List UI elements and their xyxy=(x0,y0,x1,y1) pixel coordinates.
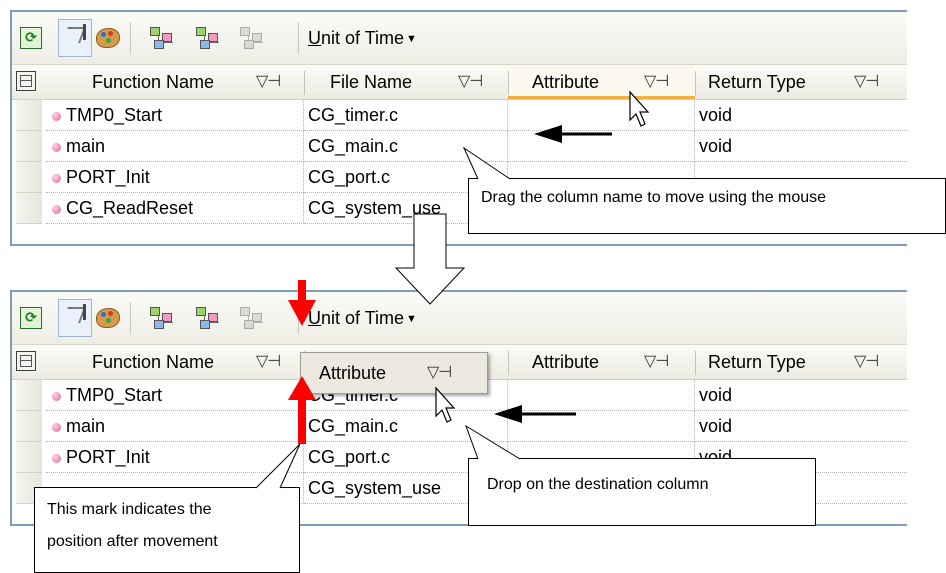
sort-toggle-button[interactable] xyxy=(58,299,92,337)
column-header-function-name[interactable]: Function Name ▽⊣ xyxy=(92,345,304,379)
column-header-attribute[interactable]: Attribute ▽⊣ xyxy=(532,65,695,99)
refresh-icon[interactable]: ⟳ xyxy=(20,307,42,329)
chevron-down-icon: ▼ xyxy=(406,33,417,46)
toolbar-separator xyxy=(298,302,299,334)
function-icon xyxy=(52,205,61,214)
refresh-icon[interactable]: ⟳ xyxy=(20,27,42,49)
column-header-attribute[interactable]: Attribute ▽⊣ xyxy=(532,345,695,379)
unit-of-time-dropdown[interactable]: Unit of Time ▼ xyxy=(308,28,417,49)
column-chooser-icon[interactable] xyxy=(16,351,36,371)
funnel-pin-icon[interactable]: ▽⊣ xyxy=(644,65,669,99)
tree-disabled-icon xyxy=(238,24,264,50)
funnel-pin-icon[interactable]: ▽⊣ xyxy=(256,65,281,99)
function-icon xyxy=(52,174,61,183)
toolbar: ⟳ Unit of Time ▼ xyxy=(12,12,907,65)
tree-icon[interactable] xyxy=(148,24,174,50)
dragged-column-header[interactable]: Attribute ▽⊣ xyxy=(300,352,488,394)
tree-expand-icon[interactable] xyxy=(194,24,220,50)
toolbar: ⟳ Unit of Time ▼ xyxy=(12,292,907,345)
unit-of-time-dropdown[interactable]: Unit of Time ▼ xyxy=(308,308,417,329)
sort-toggle-button[interactable] xyxy=(58,19,92,57)
toolbar-separator xyxy=(130,302,131,334)
tree-disabled-icon xyxy=(238,304,264,330)
funnel-pin-icon[interactable]: ▽⊣ xyxy=(854,65,879,99)
column-header-return-type[interactable]: Return Type ▽⊣ xyxy=(708,345,907,379)
column-header-function-name[interactable]: Function Name ▽⊣ xyxy=(92,65,304,99)
tree-expand-icon[interactable] xyxy=(194,304,220,330)
toolbar-separator xyxy=(130,22,131,54)
funnel-pin-icon: ▽⊣ xyxy=(427,364,452,381)
funnel-pin-icon[interactable]: ▽⊣ xyxy=(458,65,483,99)
funnel-pin-icon[interactable]: ▽⊣ xyxy=(854,345,879,379)
palette-icon[interactable] xyxy=(94,24,120,50)
function-icon xyxy=(52,143,61,152)
callout-mark: This mark indicates the position after mo… xyxy=(34,487,300,573)
callout-drag: Drag the column name to move using the m… xyxy=(468,178,946,234)
palette-icon[interactable] xyxy=(94,304,120,330)
column-header-row: Function Name▽⊣ File Name▽⊣ Attribute▽⊣ … xyxy=(12,65,907,100)
table-row[interactable]: main CG_main.c void xyxy=(12,131,907,162)
table-row[interactable]: main CG_main.c void xyxy=(12,411,907,442)
function-icon xyxy=(52,423,61,432)
function-icon xyxy=(52,454,61,463)
funnel-pin-icon[interactable]: ▽⊣ xyxy=(256,345,281,379)
function-icon xyxy=(52,392,61,401)
column-header-file-name[interactable]: File Name▽⊣ xyxy=(330,65,508,99)
table-row[interactable]: TMP0_Start CG_timer.c void xyxy=(12,100,907,131)
callout-drop: Drop on the destination column xyxy=(468,458,816,526)
function-icon xyxy=(52,112,61,121)
column-header-return-type[interactable]: Return Type ▽⊣ xyxy=(708,65,907,99)
funnel-pin-icon[interactable]: ▽⊣ xyxy=(644,345,669,379)
toolbar-separator xyxy=(298,22,299,54)
tree-icon[interactable] xyxy=(148,304,174,330)
chevron-down-icon: ▼ xyxy=(406,313,417,326)
column-chooser-icon[interactable] xyxy=(16,71,36,91)
